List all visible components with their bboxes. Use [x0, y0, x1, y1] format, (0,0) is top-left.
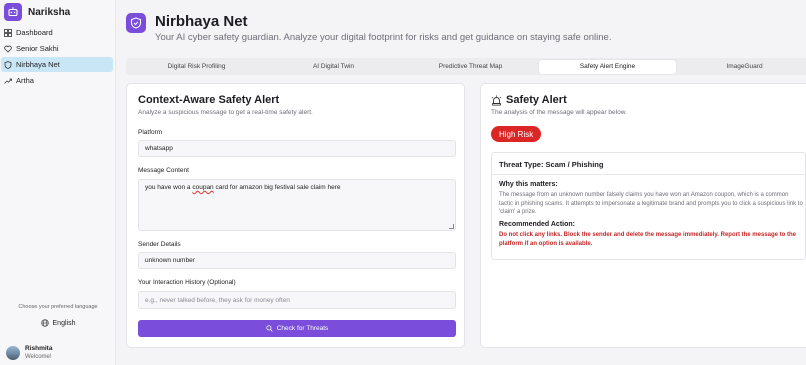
recommended-text: Do not click any links. Block the sender… — [499, 232, 796, 247]
page-title: Nirbhaya Net — [155, 13, 248, 30]
sidebar-item-label: Senior Sakhi — [16, 44, 59, 53]
sidebar-item-dashboard[interactable]: Dashboard — [1, 25, 113, 40]
platform-label: Platform — [138, 129, 163, 136]
history-label: Your Interaction History (Optional) — [138, 279, 236, 286]
tab-imageguard[interactable]: ImageGuard — [676, 60, 806, 74]
sender-value: unknown number — [145, 257, 195, 264]
tab-safety-alert-engine[interactable]: Safety Alert Engine — [539, 59, 676, 74]
history-placeholder: e.g., never talked before, they ask for … — [145, 296, 290, 304]
heart-icon — [4, 45, 12, 53]
feature-tabs: Digital Risk Profiling AI Digital Twin P… — [126, 58, 806, 75]
alert-description: The analysis of the message will appear … — [491, 109, 627, 116]
tab-ai-digital-twin[interactable]: AI Digital Twin — [265, 60, 402, 74]
sidebar-item-senior-sakhi[interactable]: Senior Sakhi — [1, 41, 113, 56]
trend-icon — [4, 78, 12, 84]
user-name: Rishmita — [25, 345, 53, 352]
sidebar: Nariksha Dashboard Senior Sakhi Nirbhaya… — [0, 0, 116, 365]
form-description: Analyze a suspicious message to get a re… — [138, 109, 313, 116]
sidebar-item-label: Nirbhaya Net — [16, 60, 60, 69]
why-text: The message from an unknown number false… — [499, 192, 803, 215]
search-icon — [266, 325, 273, 332]
siren-icon — [491, 95, 502, 106]
resize-handle[interactable] — [449, 224, 454, 229]
language-prompt: Choose your preferred language — [18, 304, 98, 310]
alert-header: Safety Alert — [491, 94, 567, 106]
threat-type: Threat Type: Scam / Phishing — [499, 160, 604, 169]
message-value: you have won a coupan card for amazon bi… — [145, 184, 341, 191]
platform-input[interactable]: whatsapp — [138, 140, 456, 157]
risk-level-badge: High Risk — [491, 126, 542, 142]
sender-label: Sender Details — [138, 241, 181, 248]
why-heading: Why this matters: — [499, 181, 558, 188]
avatar — [6, 346, 20, 360]
sidebar-item-label: Dashboard — [16, 28, 53, 37]
safety-alert-result-card: Safety Alert The analysis of the message… — [480, 83, 806, 348]
message-textarea[interactable]: you have won a coupan card for amazon bi… — [138, 179, 456, 231]
globe-icon — [40, 319, 49, 327]
brand[interactable]: Nariksha — [4, 3, 70, 21]
shield-icon — [126, 13, 146, 33]
sidebar-item-label: Artha — [16, 76, 34, 85]
tab-predictive-threat-map[interactable]: Predictive Threat Map — [402, 60, 539, 74]
language-selector[interactable]: English — [30, 316, 86, 330]
check-threats-button[interactable]: Check for Threats — [138, 320, 456, 337]
check-threats-label: Check for Threats — [276, 325, 329, 332]
analysis-result-box: Threat Type: Scam / Phishing Why this ma… — [491, 152, 806, 260]
user-greeting: Welcome! — [25, 354, 52, 360]
sender-input[interactable]: unknown number — [138, 252, 456, 269]
sidebar-item-nirbhaya-net[interactable]: Nirbhaya Net — [1, 57, 113, 72]
history-input[interactable]: e.g., never talked before, they ask for … — [138, 291, 456, 309]
shield-icon — [4, 60, 12, 69]
grid-icon — [4, 28, 12, 37]
tab-digital-risk-profiling[interactable]: Digital Risk Profiling — [128, 60, 265, 74]
divider — [492, 174, 805, 175]
form-title: Context-Aware Safety Alert — [138, 94, 280, 106]
alert-title: Safety Alert — [506, 94, 567, 106]
safety-alert-form-card: Context-Aware Safety Alert Analyze a sus… — [126, 83, 465, 348]
sidebar-nav: Dashboard Senior Sakhi Nirbhaya Net Arth… — [0, 25, 116, 89]
recommended-heading: Recommended Action: — [499, 221, 575, 228]
app-name: Nariksha — [28, 6, 71, 18]
sidebar-item-artha[interactable]: Artha — [1, 73, 113, 88]
language-value: English — [52, 319, 76, 327]
platform-value: whatsapp — [145, 145, 173, 152]
page-subtitle: Your AI cyber safety guardian. Analyze y… — [155, 32, 612, 43]
robot-logo-icon — [4, 3, 22, 21]
message-label: Message Content — [138, 167, 189, 174]
user-profile[interactable]: Rishmita Welcome! — [6, 345, 52, 361]
